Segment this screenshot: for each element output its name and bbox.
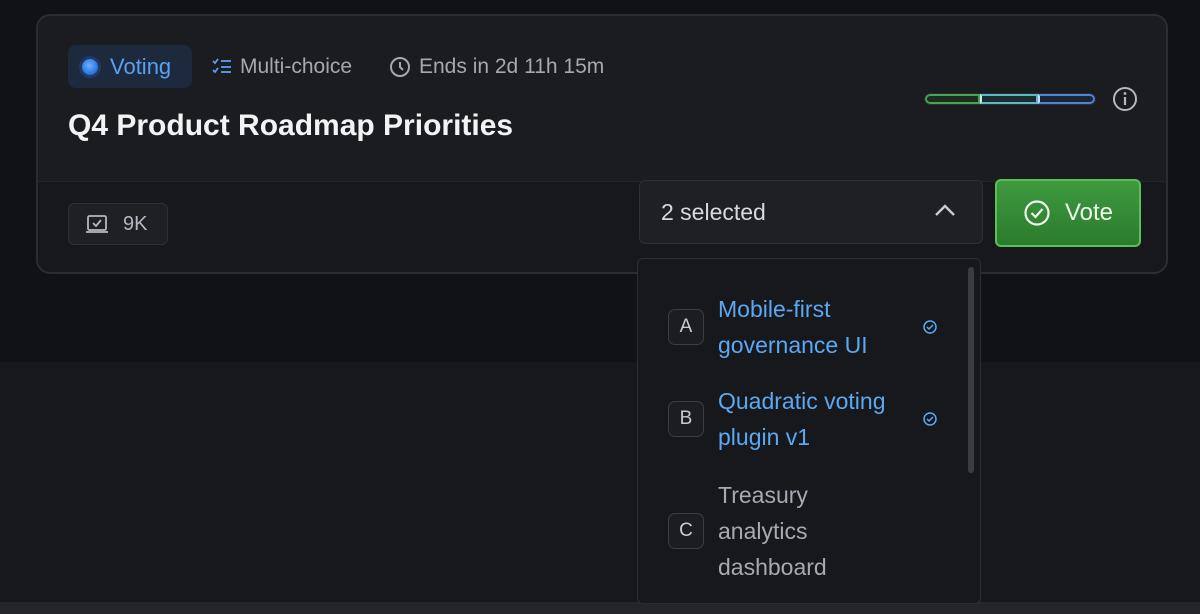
vote-bar-segment: [925, 94, 981, 104]
page-lower-background: [0, 362, 1200, 602]
status-badge-label: Voting: [110, 53, 172, 79]
proposal-type-label: Multi-choice: [240, 55, 353, 78]
checklist-icon: [212, 58, 231, 74]
page-footer-strip: [0, 602, 1200, 614]
vote-button[interactable]: Vote: [995, 179, 1141, 247]
options-dropdown: A Mobile-first governance UI B Quadratic…: [637, 258, 981, 604]
ballot-icon: [86, 215, 108, 233]
option-letter: A: [668, 309, 704, 345]
vote-bar-segment: [1037, 94, 1095, 104]
option-label: Quadratic voting plugin v1: [718, 388, 886, 450]
check-badge-icon: [923, 412, 937, 426]
check-badge-icon: [923, 320, 937, 334]
option-label: Treasury analytics dashboard: [718, 482, 827, 580]
proposal-title: Q4 Product Roadmap Priorities: [68, 109, 514, 142]
proposal-type: Multi-choice: [212, 55, 352, 79]
option-c[interactable]: C Treasury analytics dashboard: [668, 477, 868, 585]
options-select[interactable]: 2 selected: [639, 180, 983, 244]
proposal-deadline: Ends in 2d 11h 15m: [389, 55, 604, 79]
option-a[interactable]: A Mobile-first governance UI: [668, 291, 938, 363]
status-dot-icon: [82, 58, 98, 75]
clock-icon: [390, 57, 410, 77]
dropdown-scrollbar[interactable]: [968, 267, 974, 473]
vote-bar-segment: [980, 94, 1038, 104]
check-circle-icon: [1024, 200, 1050, 226]
proposal-deadline-label: Ends in 2d 11h 15m: [419, 55, 605, 78]
option-letter: C: [668, 513, 704, 549]
option-letter: B: [668, 401, 704, 437]
options-select-value: 2 selected: [661, 198, 766, 225]
vote-count-chip: 9K: [68, 203, 168, 245]
info-icon[interactable]: [1112, 86, 1138, 112]
status-badge: Voting: [68, 45, 192, 88]
vote-button-label: Vote: [1064, 199, 1114, 226]
option-label: Mobile-first governance UI: [718, 296, 868, 358]
chevron-up-icon: [935, 204, 955, 216]
option-b[interactable]: B Quadratic voting plugin v1: [668, 383, 938, 455]
vote-distribution-bar: [924, 93, 1096, 105]
proposal-card: Voting Multi-choice Ends in 2d 11h 15m Q…: [36, 14, 1168, 274]
vote-count-value: 9K: [123, 212, 148, 235]
